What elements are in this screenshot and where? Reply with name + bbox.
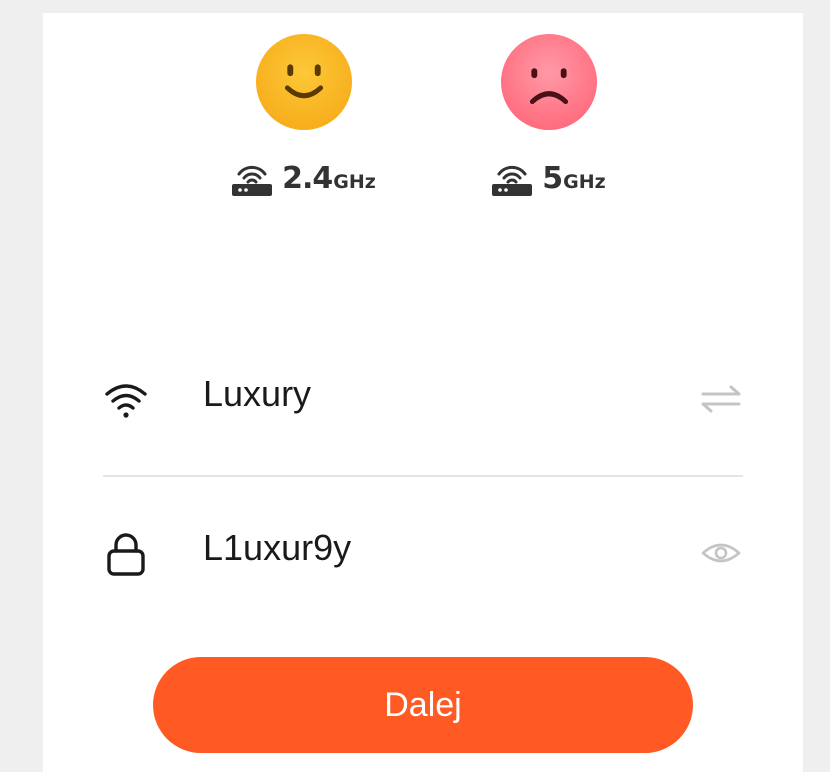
- band-frequency-unit: GHz: [333, 171, 376, 193]
- sad-face-icon: [500, 33, 598, 131]
- divider: [103, 475, 743, 477]
- band-frequency-number: 5: [542, 161, 563, 196]
- lock-icon: [107, 533, 145, 576]
- swap-arrows-icon[interactable]: [699, 381, 743, 417]
- band-2-4ghz: 2.4 GHz: [223, 33, 383, 223]
- router-icon: [492, 165, 533, 196]
- next-button[interactable]: Dalej: [153, 657, 693, 753]
- password-value[interactable]: L1uxur9y: [203, 527, 351, 569]
- eye-icon[interactable]: [699, 535, 743, 571]
- band-frequency-number: 2.4: [282, 161, 333, 196]
- router-icon: [232, 165, 273, 196]
- band-label: 2.4 GHz: [223, 161, 383, 196]
- ssid-value[interactable]: Luxury: [203, 373, 311, 415]
- band-5ghz: 5 GHz: [468, 33, 628, 223]
- band-frequency-unit: GHz: [563, 171, 606, 193]
- ssid-row[interactable]: Luxury: [103, 359, 743, 439]
- band-label: 5 GHz: [468, 161, 628, 196]
- smiley-face-icon: [255, 33, 353, 131]
- wifi-icon: [105, 384, 147, 418]
- password-row[interactable]: L1uxur9y: [103, 513, 743, 593]
- wifi-setup-card: 2.4 GHz 5 GHz Luxury L1uxur9y Dalej: [43, 13, 803, 772]
